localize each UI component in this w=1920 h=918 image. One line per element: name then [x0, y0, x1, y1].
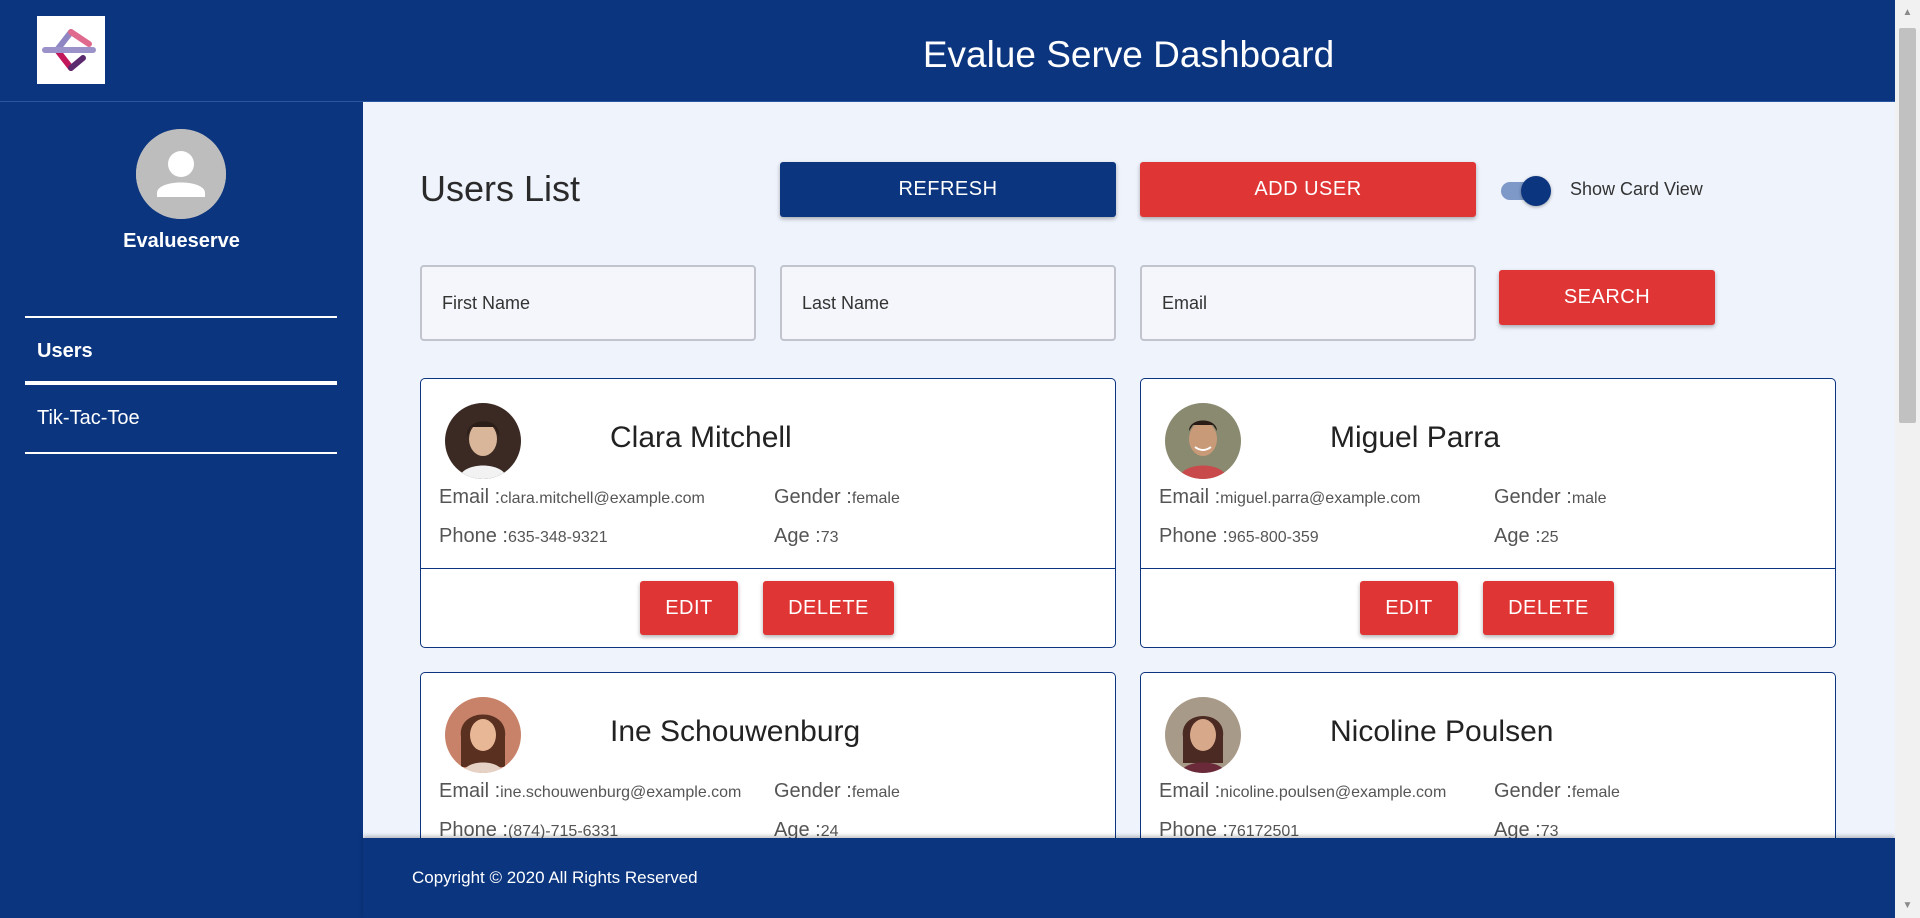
add-user-button[interactable]: ADD USER: [1140, 162, 1476, 217]
refresh-button[interactable]: REFRESH: [780, 162, 1116, 217]
main-content: Users List REFRESH ADD USER Show Card Vi…: [363, 102, 1895, 838]
top-app-bar: Evalue Serve Dashboard: [0, 4, 1895, 102]
email-label: Email :: [1159, 486, 1221, 508]
edit-button[interactable]: EDIT: [1360, 581, 1458, 635]
user-phone-row: Phone :635-348-9321: [439, 525, 608, 548]
evalueserve-logo-icon[interactable]: [37, 16, 105, 84]
email-label: Email :: [439, 486, 501, 508]
card-actions: EDIT DELETE: [421, 568, 1115, 647]
phone-label: Phone :: [1159, 819, 1228, 838]
gender-label: Gender :: [1494, 486, 1572, 508]
user-email: ine.schouwenburg@example.com: [500, 784, 742, 801]
user-age-row: Age :73: [1494, 819, 1559, 838]
sidebar-item-tik-tac-toe[interactable]: Tik-Tac-Toe: [25, 385, 337, 454]
user-phone: 635-348-9321: [507, 529, 608, 546]
age-label: Age :: [1494, 525, 1541, 547]
phone-label: Phone :: [439, 525, 508, 547]
phone-label: Phone :: [1159, 525, 1228, 547]
user-photo: [445, 697, 521, 773]
email-label: Email :: [439, 780, 501, 802]
user-gender: male: [1571, 490, 1607, 507]
user-phone: (874)-715-6331: [507, 823, 619, 838]
user-gender-row: Gender :female: [774, 780, 900, 803]
last-name-input[interactable]: [780, 265, 1116, 341]
sidebar-item-users[interactable]: Users: [25, 316, 337, 385]
card-actions: EDIT DELETE: [1141, 568, 1835, 647]
sidebar: Evalueserve Users Tik-Tac-Toe: [0, 102, 363, 918]
scroll-down-arrow-icon[interactable]: ▼: [1895, 893, 1920, 918]
vertical-scrollbar[interactable]: ▲ ▼: [1895, 0, 1920, 918]
user-name: Miguel Parra: [1330, 421, 1501, 454]
edit-button[interactable]: EDIT: [640, 581, 738, 635]
gender-label: Gender :: [774, 780, 852, 802]
user-phone: 76172501: [1227, 823, 1300, 838]
user-phone-row: Phone :965-800-359: [1159, 525, 1319, 548]
user-email-row: Email :miguel.parra@example.com: [1159, 486, 1420, 509]
user-age-row: Age :24: [774, 819, 839, 838]
user-gender-row: Gender :female: [1494, 780, 1620, 803]
page-title: Users List: [420, 168, 581, 209]
user-gender: female: [851, 490, 900, 507]
user-name: Ine Schouwenburg: [610, 715, 861, 748]
phone-label: Phone :: [439, 819, 508, 838]
email-label: Email :: [1159, 780, 1221, 802]
user-card: Ine Schouwenburg Email :ine.schouwenburg…: [420, 672, 1116, 838]
user-age-row: Age :25: [1494, 525, 1559, 548]
user-card: Miguel Parra Email :miguel.parra@example…: [1140, 378, 1836, 648]
user-email: nicoline.poulsen@example.com: [1220, 784, 1447, 801]
first-name-input[interactable]: [420, 265, 756, 341]
user-email: clara.mitchell@example.com: [500, 490, 705, 507]
user-phone-row: Phone :76172501: [1159, 819, 1299, 838]
scrollbar-thumb[interactable]: [1899, 28, 1916, 423]
card-view-toggle-label: Show Card View: [1570, 179, 1703, 199]
user-age: 73: [1540, 823, 1559, 838]
user-card: Nicoline Poulsen Email :nicoline.poulsen…: [1140, 672, 1836, 838]
age-label: Age :: [774, 525, 821, 547]
user-name: Nicoline Poulsen: [1330, 715, 1554, 748]
user-age: 73: [820, 529, 839, 546]
card-view-toggle[interactable]: [1501, 176, 1551, 206]
user-email: miguel.parra@example.com: [1220, 490, 1421, 507]
user-gender: female: [851, 784, 900, 801]
user-card: Clara Mitchell Email :clara.mitchell@exa…: [420, 378, 1116, 648]
user-email-row: Email :ine.schouwenburg@example.com: [439, 780, 741, 803]
sidebar-nav: Users Tik-Tac-Toe: [25, 316, 337, 454]
user-phone-row: Phone :(874)-715-6331: [439, 819, 618, 838]
user-email-row: Email :clara.mitchell@example.com: [439, 486, 705, 509]
user-avatar-icon: [136, 129, 226, 219]
user-gender-row: Gender :male: [1494, 486, 1607, 509]
search-button[interactable]: SEARCH: [1499, 270, 1715, 325]
gender-label: Gender :: [1494, 780, 1572, 802]
age-label: Age :: [1494, 819, 1541, 838]
age-label: Age :: [774, 819, 821, 838]
delete-button[interactable]: DELETE: [763, 581, 894, 635]
user-gender-row: Gender :female: [774, 486, 900, 509]
user-gender: female: [1571, 784, 1620, 801]
user-name: Clara Mitchell: [610, 421, 792, 454]
footer: Copyright © 2020 All Rights Reserved: [363, 838, 1895, 918]
scroll-up-arrow-icon[interactable]: ▲: [1895, 0, 1920, 25]
copyright-text: Copyright © 2020 All Rights Reserved: [412, 868, 698, 887]
user-photo: [1165, 697, 1241, 773]
user-age: 25: [1540, 529, 1559, 546]
toggle-thumb: [1521, 176, 1551, 206]
delete-button[interactable]: DELETE: [1483, 581, 1614, 635]
user-photo: [445, 403, 521, 479]
email-input[interactable]: [1140, 265, 1476, 341]
sidebar-username: Evalueserve: [123, 230, 240, 252]
user-age-row: Age :73: [774, 525, 839, 548]
app-title: Evalue Serve Dashboard: [922, 34, 1335, 75]
user-photo: [1165, 403, 1241, 479]
gender-label: Gender :: [774, 486, 852, 508]
user-age: 24: [820, 823, 839, 838]
user-phone: 965-800-359: [1227, 529, 1319, 546]
user-email-row: Email :nicoline.poulsen@example.com: [1159, 780, 1446, 803]
